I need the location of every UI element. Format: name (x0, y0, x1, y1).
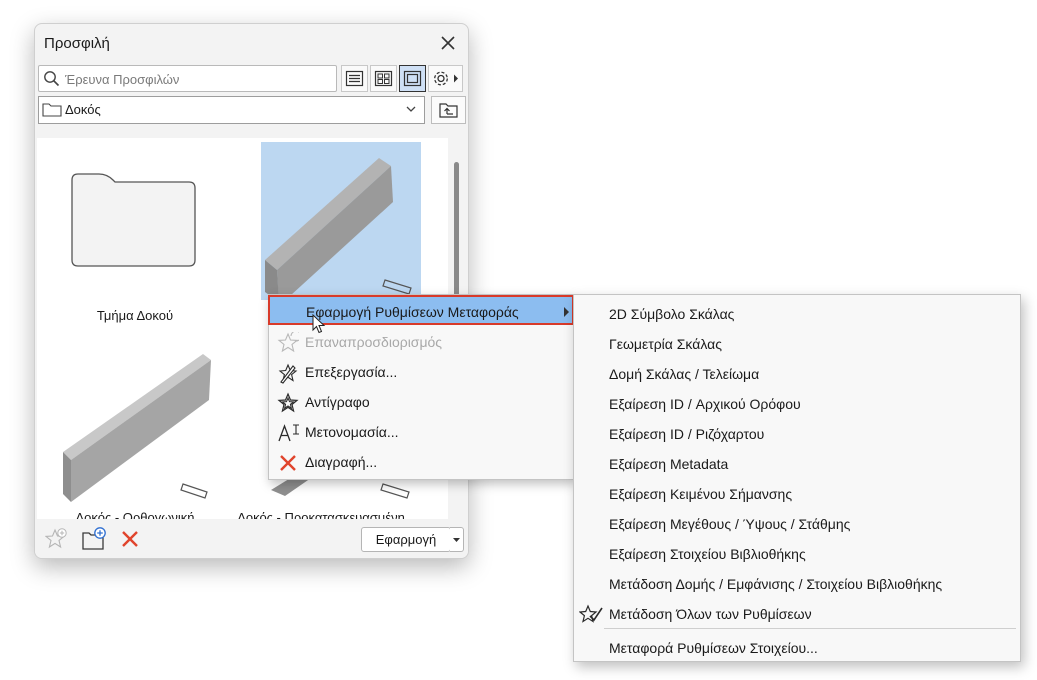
search-input[interactable] (63, 68, 332, 90)
submenu-item-transfer-structure-appearance-library[interactable]: Μετάδοση Δομής / Εμφάνισης / Στοιχείου Β… (574, 568, 1020, 598)
apply-button[interactable]: Εφαρμογή (361, 527, 451, 552)
grid-view-icon (374, 70, 393, 87)
submenu-item-transfer-element-settings[interactable]: Μεταφορά Ρυθμίσεων Στοιχείου... (574, 632, 1020, 662)
folder-thumbnail-icon[interactable] (69, 170, 199, 270)
folder-up-button[interactable] (431, 96, 466, 124)
chevron-down-icon (406, 106, 416, 112)
beam-thumbnail-icon (265, 158, 412, 300)
item-label-beam-section: Τμήμα Δοκού (96, 308, 174, 323)
submenu-item-stair-geometry[interactable]: Γεωμετρία Σκάλας (574, 328, 1020, 358)
delete-icon[interactable] (120, 529, 140, 549)
star-refresh-icon (277, 332, 299, 353)
submenu-item-exclude-label-text[interactable]: Εξαίρεση Κειμένου Σήμανσης (574, 478, 1020, 508)
apply-options-button[interactable] (450, 527, 464, 552)
edit-star-icon (278, 363, 298, 384)
list-view-icon (345, 70, 364, 87)
submenu-item-transfer-all-settings[interactable]: Μετάδοση Όλων των Ρυθμίσεων (574, 598, 1020, 628)
delete-icon (280, 455, 296, 471)
submenu-item-stair-structure-finish[interactable]: Δομή Σκάλας / Τελείωμα (574, 358, 1020, 388)
menu-separator (604, 628, 1016, 629)
star-check-icon (579, 604, 603, 623)
folder-icon (42, 103, 62, 117)
menu-item-duplicate[interactable]: Αντίγραφο (269, 387, 572, 417)
close-icon[interactable] (437, 32, 459, 54)
rename-icon (278, 424, 299, 442)
star-copy-icon (277, 392, 299, 413)
submenu-arrow-icon (564, 307, 569, 317)
rectangular-beam-thumbnail-icon[interactable] (55, 342, 215, 502)
menu-item-delete[interactable]: Διαγραφή... (269, 447, 572, 477)
add-favorite-icon[interactable] (45, 527, 69, 551)
folder-path-label: Δοκός (65, 102, 101, 117)
large-thumbnail-view-button[interactable] (399, 65, 426, 92)
large-thumbnail-icon (403, 70, 422, 87)
folder-up-icon (439, 103, 458, 118)
palette-title: Προσφιλή (44, 35, 110, 52)
menu-item-rename[interactable]: Μετονομασία... (269, 417, 572, 447)
search-icon (44, 71, 60, 87)
menu-item-edit[interactable]: Επεξεργασία... (269, 357, 572, 387)
submenu-item-exclude-id-layer[interactable]: Εξαίρεση ID / Ριζόχαρτου (574, 418, 1020, 448)
scrollbar[interactable] (454, 162, 459, 302)
new-folder-icon[interactable] (81, 526, 107, 552)
transfer-settings-submenu: 2D Σύμβολο Σκάλας Γεωμετρία Σκάλας Δομή … (573, 294, 1021, 662)
submenu-item-exclude-library-part[interactable]: Εξαίρεση Στοιχείου Βιβλιοθήκης (574, 538, 1020, 568)
settings-menu-button[interactable] (428, 65, 463, 92)
mouse-cursor-icon (312, 314, 326, 334)
folder-dropdown[interactable]: Δοκός (38, 96, 425, 124)
submenu-item-exclude-size-height-elevation[interactable]: Εξαίρεση Μεγέθους / Ύψους / Στάθμης (574, 508, 1020, 538)
caret-down-icon (453, 538, 460, 542)
search-field[interactable] (38, 65, 337, 92)
list-view-button[interactable] (341, 65, 368, 92)
submenu-item-exclude-metadata[interactable]: Εξαίρεση Metadata (574, 448, 1020, 478)
grid-view-button[interactable] (370, 65, 397, 92)
gear-icon (434, 71, 458, 86)
submenu-item-exclude-id-home-story[interactable]: Εξαίρεση ID / Αρχικού Ορόφου (574, 388, 1020, 418)
submenu-item-2d-stair-symbol[interactable]: 2D Σύμβολο Σκάλας (574, 298, 1020, 328)
